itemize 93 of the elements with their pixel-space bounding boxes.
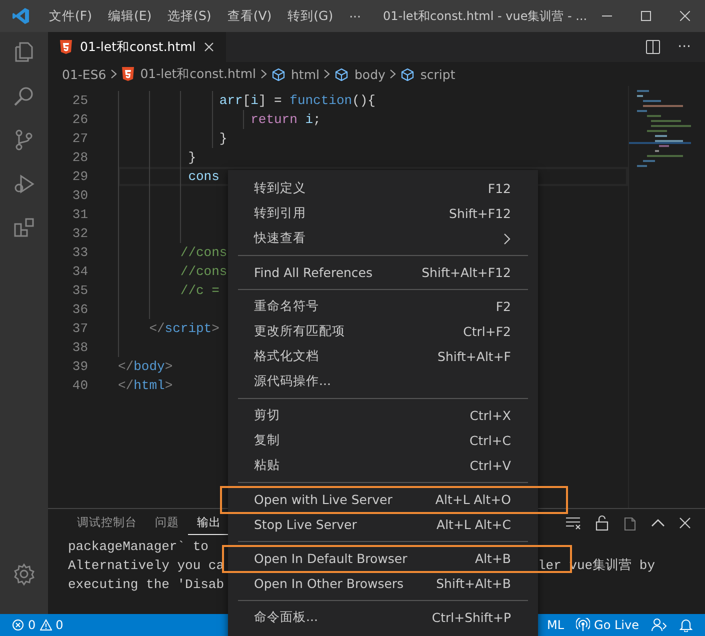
menu-item[interactable]: 源代码操作... [228, 369, 538, 394]
cube-icon [401, 68, 414, 80]
line-number: 33 [71, 245, 88, 260]
extensions-icon[interactable] [12, 216, 36, 240]
menu-item[interactable]: 转到定义 F12 [228, 176, 538, 201]
document-icon[interactable] [623, 515, 637, 531]
panel-tab[interactable]: 问题 [146, 511, 188, 535]
bell-icon[interactable] [679, 618, 693, 632]
person-icon[interactable] [651, 618, 667, 632]
menu-item[interactable]: 格式化文档 Shift+Alt+F [228, 344, 538, 369]
error-icon [12, 619, 24, 631]
menu-item[interactable]: 编辑(E) [100, 8, 160, 24]
line-number: 26 [71, 112, 88, 127]
chevron-right-icon [323, 69, 332, 79]
code-text: //cons [180, 245, 228, 260]
output-text: packageManager` to [68, 538, 208, 556]
code-text: return i; [250, 112, 321, 127]
menu-item[interactable]: 粘贴 Ctrl+V [228, 453, 538, 478]
search-icon[interactable] [12, 84, 36, 108]
line-number: 36 [71, 302, 88, 317]
html-file-icon [60, 40, 72, 54]
line-number: 27 [71, 131, 88, 146]
code-text: } [219, 131, 228, 146]
line-number: 31 [71, 207, 88, 222]
menu-item[interactable]: 复制 Ctrl+C [228, 428, 538, 453]
language-status[interactable]: ML [542, 618, 568, 632]
menu-item[interactable]: 命令面板... Ctrl+Shift+P [228, 605, 538, 630]
problems-status[interactable]: 0 0 [8, 618, 68, 632]
close-icon[interactable] [204, 42, 214, 52]
breadcrumb-item[interactable]: script [420, 66, 456, 82]
breadcrumb-item[interactable]: html [291, 66, 320, 82]
menu-item[interactable]: 更改所有匹配项 Ctrl+F2 [228, 319, 538, 344]
editor-tab[interactable]: 01-let和const.html [48, 32, 226, 62]
html-file-icon [122, 67, 134, 81]
chevron-up-icon[interactable] [651, 518, 665, 528]
code-text: </html> [118, 378, 173, 393]
line-number: 30 [71, 188, 88, 203]
menu-item[interactable]: Find All References Shift+Alt+F12 [228, 260, 538, 285]
code-text: //cons [180, 264, 228, 279]
settings-icon[interactable] [12, 562, 36, 586]
line-number: 25 [71, 93, 88, 108]
code-text: arr[i] = function(){ [219, 93, 376, 108]
chevron-right-icon [389, 69, 398, 79]
menu-item[interactable]: Open with Live Server Alt+L Alt+O [228, 487, 538, 512]
bug-play-icon[interactable] [12, 172, 36, 196]
code-text: </body> [118, 359, 173, 374]
menu-item[interactable]: 重命名符号 F2 [228, 294, 538, 319]
close-icon[interactable] [680, 11, 690, 21]
breadcrumb-item[interactable]: body [354, 66, 386, 82]
line-number: 37 [71, 321, 88, 336]
more-menu-button[interactable]: ··· [341, 8, 369, 24]
menu-item[interactable]: Stop Live Server Alt+L Alt+C [228, 512, 538, 537]
chevron-right-icon [110, 69, 118, 79]
line-number: 38 [71, 340, 88, 355]
warning-icon [40, 619, 52, 631]
line-number: 29 [71, 169, 88, 184]
line-number: 28 [71, 150, 88, 165]
menu-item[interactable]: 转到引用 Shift+F12 [228, 201, 538, 226]
line-number: 32 [71, 226, 88, 241]
go-live-button[interactable]: Go Live [572, 618, 643, 632]
code-text: } [188, 150, 196, 165]
window-title: 01-let和const.html - vue集训营 - ... [383, 8, 588, 24]
maximize-icon[interactable] [641, 11, 652, 21]
line-number: 35 [71, 283, 88, 298]
broadcast-icon [576, 618, 590, 632]
menu-item[interactable]: 转到(G) [280, 8, 342, 24]
menu-item[interactable]: 选择(S) [160, 8, 220, 24]
close-icon[interactable] [679, 517, 691, 529]
code-text: //c = [180, 283, 220, 298]
menu-item[interactable]: 文件(F) [41, 8, 100, 24]
line-number: 34 [71, 264, 88, 279]
lock-icon[interactable] [595, 515, 609, 531]
breadcrumb-item[interactable]: 01-let和const.html [140, 66, 256, 82]
menu-item[interactable]: Open In Default Browser Alt+B [228, 546, 538, 571]
clear-output-icon[interactable] [565, 516, 581, 530]
cube-icon [335, 68, 348, 80]
menu-item[interactable]: 剪切 Ctrl+X [228, 403, 538, 428]
more-actions-button[interactable]: ··· [678, 39, 691, 55]
split-editor-icon[interactable] [646, 40, 660, 54]
code-text: cons [188, 169, 220, 184]
panel-tab[interactable]: 调试控制台 [68, 511, 146, 535]
chevron-right-icon [503, 232, 511, 244]
line-number: 40 [71, 378, 88, 393]
chevron-right-icon [260, 69, 268, 79]
line-number: 39 [71, 359, 88, 374]
output-text: executing the 'Disab [68, 576, 224, 594]
menu-item[interactable]: 查看(V) [219, 8, 280, 24]
code-text: </script> [149, 321, 220, 336]
app-logo-icon [12, 7, 30, 25]
breadcrumb-item[interactable]: 01-ES6 [62, 66, 106, 82]
cube-icon [272, 68, 285, 80]
menu-item[interactable]: Open In Other Browsers Shift+Alt+B [228, 571, 538, 596]
menu-item[interactable]: 快速查看 [228, 226, 538, 251]
